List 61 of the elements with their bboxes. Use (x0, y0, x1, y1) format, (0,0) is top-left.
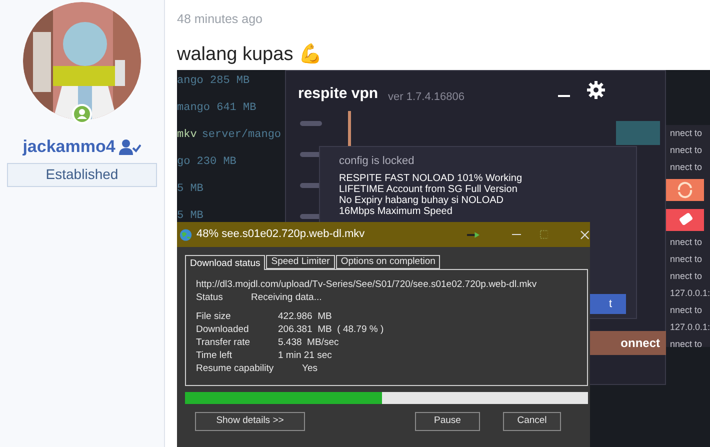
field-label: Resume capability (196, 362, 275, 375)
version-label: ver 1.7.4.16806 (388, 90, 464, 105)
maximize-icon[interactable] (540, 230, 548, 239)
post-time: 48 minutes ago (177, 11, 264, 28)
field-value: 206.381 MB ( 48.79 % ) (278, 323, 384, 336)
scroll-indicator (348, 111, 351, 146)
minimize-button[interactable] (512, 234, 521, 235)
input-field[interactable] (616, 121, 660, 145)
field-label: File size (196, 310, 232, 323)
terminal-text: server/mango (202, 128, 282, 143)
nav-item[interactable] (300, 121, 322, 126)
log-text: nnect to (670, 128, 704, 139)
log-text: 127.0.0.1: (670, 322, 710, 333)
log-text: nnect to (670, 145, 704, 156)
tab[interactable]: Download status (185, 255, 266, 270)
tab[interactable]: Speed Limiter (266, 255, 335, 269)
settings-icon[interactable] (587, 81, 605, 99)
terminal-text: mango 641 MB (177, 101, 258, 116)
globe-icon (179, 228, 193, 242)
log-text: nnect to (670, 237, 704, 248)
field-value: 1 min 21 sec (278, 349, 332, 362)
field-label: Transfer rate (196, 336, 252, 349)
field-value: 5.438 MB/sec (278, 336, 339, 349)
terminal-text: 5 MB (177, 209, 204, 224)
eraser-icon[interactable] (666, 209, 704, 231)
dialog-text: RESPITE FAST NOLOAD 101% Working (339, 173, 524, 184)
log-text: nnect to (670, 271, 704, 282)
close-icon[interactable] (580, 230, 590, 240)
pause-button[interactable]: Pause (415, 412, 480, 431)
user-check-icon (119, 138, 142, 155)
log-text: 127.0.0.1: (670, 288, 710, 299)
show-details-button[interactable]: Show details >> (195, 412, 305, 431)
dialog-text: 16Mbps Maximum Speed (339, 206, 454, 217)
terminal-text: ango 285 MB (177, 74, 251, 89)
field-label: Time left (196, 349, 234, 362)
window-title: 48% see.s01e02.720p.web-dl.mkv (196, 227, 366, 242)
field-label: Status (196, 291, 224, 304)
dialog-text: LIFETIME Account from SG Full Version (339, 184, 518, 195)
log-text: nnect to (670, 305, 704, 316)
username[interactable]: jackammo4 (22, 134, 116, 160)
arrow-icon (467, 230, 481, 238)
terminal-text: mkv (177, 128, 197, 143)
terminal-text: 5 MB (177, 182, 204, 197)
ok-button[interactable]: t (590, 294, 626, 314)
field-label: Downloaded (196, 323, 250, 336)
refresh-icon[interactable] (666, 179, 704, 201)
field-value: 422.986 MB (278, 310, 332, 323)
user-title-badge: Established (7, 162, 157, 186)
dialog-heading: config is locked (339, 155, 416, 167)
url-text: http://dl3.mojdl.com/upload/Tv-Series/See/S01/720/see.s01e02.720p.web-dl.mkv (196, 278, 538, 291)
dialog-text: No Expiry habang buhay si NOLOAD (339, 195, 505, 206)
window-title: respite vpn (298, 84, 378, 104)
tab[interactable]: Options on completion (336, 255, 440, 269)
post-message: walang kupas 💪 (177, 42, 324, 67)
log-text: nnect to (670, 339, 704, 347)
log-text: nnect to (670, 162, 704, 173)
field-value: Yes (301, 362, 318, 375)
terminal-text: go 230 MB (177, 155, 238, 170)
cancel-button[interactable]: Cancel (503, 412, 561, 431)
field-value: Receiving data... (251, 291, 322, 304)
log-text: nnect to (670, 254, 704, 265)
